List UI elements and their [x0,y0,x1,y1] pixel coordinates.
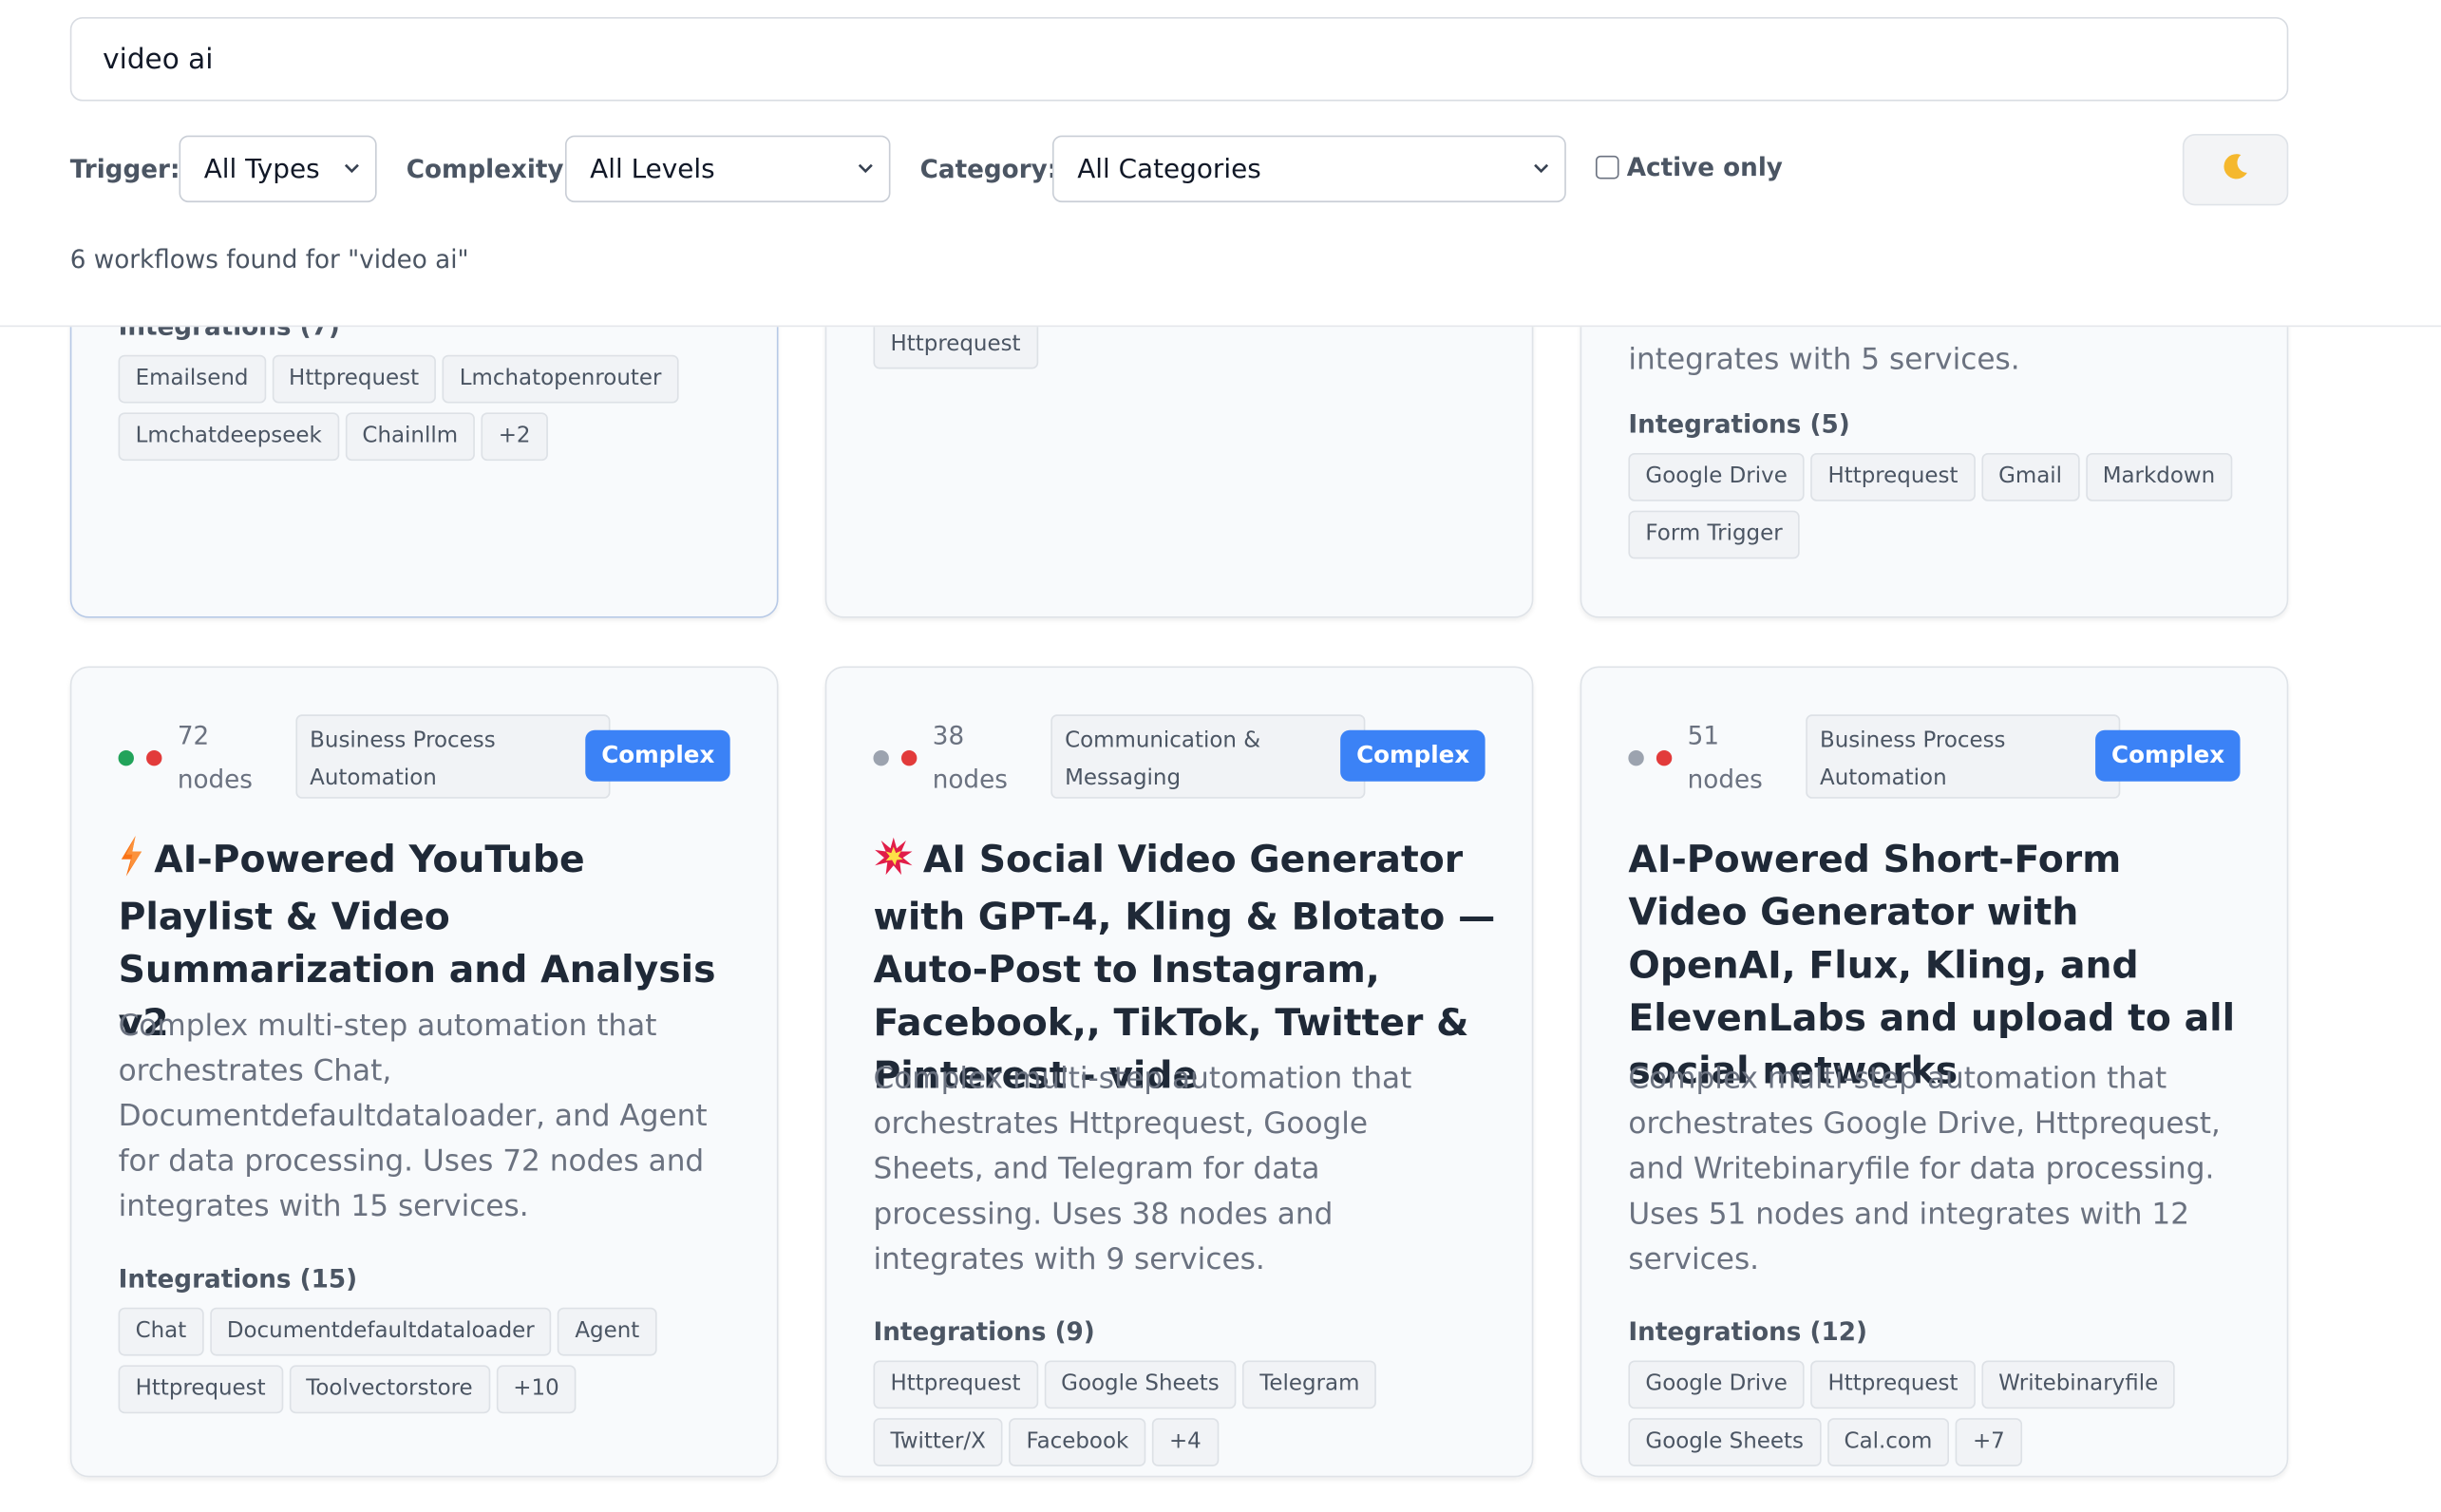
complexity-badge: Complex [1340,729,1485,782]
integration-tag: Httprequest [873,320,1038,369]
integration-tag: Telegram [1242,1360,1377,1409]
active-only-toggle[interactable]: Active only [1595,153,1783,182]
integrations-title: Integrations (12) [1628,1316,1867,1347]
integration-tag-more: +10 [496,1365,577,1414]
workflow-card[interactable]: 72 nodes Business Process Automation Comp… [69,666,779,1478]
chevron-down-icon [1534,163,1549,174]
integration-tag: Chat [118,1307,204,1356]
integration-tag-more: +2 [481,412,548,462]
node-count: 38 nodes [932,720,1008,794]
category-badge: Business Process Automation [1806,714,2121,799]
workflow-description: Complex multi-step automation that orche… [1628,1061,2221,1276]
integration-tag: Google Sheets [1628,1418,1821,1466]
integration-tag: Httprequest [272,354,437,404]
workflow-description: Complex multi-step automation that orche… [873,1061,1412,1276]
integration-tag: Gmail [1981,452,2080,501]
integration-tags: Chat Documentdefaultdataloader Agent Htt… [118,1307,730,1414]
integration-tag: Form Trigger [1628,510,1800,559]
card-meta: 51 nodes Business Process Automation Comp… [1628,714,2241,802]
status-dot [873,749,889,766]
integration-tag: Emailsend [118,354,266,404]
integration-tag: Lmchatopenrouter [442,354,679,404]
card-meta: 72 nodes Business Process Automation Comp… [118,714,730,802]
trigger-select[interactable]: All Types [179,135,377,203]
theme-toggle-button[interactable] [2182,133,2289,206]
integration-tag: Google Sheets [1044,1360,1237,1409]
integrations-title: Integrations (9) [873,1316,1095,1347]
status-dot [900,749,918,766]
integration-tag-more: +4 [1151,1418,1219,1466]
integration-tags: Emailsend Httprequest Lmchatopenrouter L… [118,354,730,462]
explosion-icon [873,836,914,890]
status-dots [873,749,918,766]
integration-tag: Facebook [1009,1418,1146,1466]
integration-tags: Httprequest Google Sheets Telegram Twitt… [873,1360,1485,1466]
integration-tag: Google Drive [1628,1360,1805,1409]
integration-tag: Twitter/X [873,1418,1003,1466]
category-select[interactable]: All Categories [1051,135,1566,203]
node-count: 51 nodes [1687,720,1763,794]
integration-tag-more: +7 [1955,1418,2022,1466]
integration-tag: Httprequest [1810,452,1976,501]
integration-tag: Writebinaryfile [1981,1360,2176,1409]
results-count: 6 workflows found for "video ai" [69,244,469,274]
integration-tag: Httprequest [1810,1360,1976,1409]
workflow-description: integrates with 5 services. [1628,342,2020,377]
active-only-checkbox[interactable] [1595,155,1619,180]
workflow-card[interactable]: 38 nodes Communication & Messaging Comple… [824,666,1534,1478]
integration-tag: Markdown [2085,452,2233,501]
integration-tag: Toolvectorstore [289,1365,490,1414]
integration-tag: Httprequest [873,1360,1038,1409]
node-count: 72 nodes [177,720,253,794]
status-dot [1628,749,1644,766]
complexity-select[interactable]: All Levels [564,135,891,203]
status-dots [118,749,162,766]
search-header: video ai Trigger: All Types Complexity: … [0,0,2441,328]
filter-bar: Trigger: All Types Complexity: All Level… [69,133,2289,206]
search-input[interactable]: video ai [69,17,2289,102]
workflow-card[interactable]: 51 nodes Business Process Automation Comp… [1580,666,2289,1478]
integration-tag: Chainllm [345,412,476,462]
workflow-description: Complex multi-step automation that orche… [118,1009,708,1224]
status-dot [146,749,162,766]
integration-tags: Httprequest [873,320,1485,369]
chevron-down-icon [858,163,873,174]
category-label: Category: [919,154,1058,184]
complexity-badge: Complex [585,729,730,782]
complexity-label: Complexity: [406,154,574,184]
chevron-down-icon [344,163,359,174]
trigger-label: Trigger: [69,154,180,184]
status-dots [1628,749,1673,766]
complexity-badge: Complex [2095,729,2241,782]
integration-tag: Lmchatdeepseek [118,412,339,462]
integration-tags: Google Drive Httprequest Writebinaryfile… [1628,1360,2240,1466]
category-badge: Communication & Messaging [1050,714,1366,799]
integrations-title: Integrations (5) [1628,409,1850,440]
category-badge: Business Process Automation [295,714,611,799]
moon-icon [2220,151,2251,188]
integration-tags: Google Drive Httprequest Gmail Markdown … [1628,452,2240,559]
integration-tag: Httprequest [118,1365,283,1414]
integration-tag: Google Drive [1628,452,1805,501]
lightning-icon [119,836,145,890]
integration-tag: Agent [558,1307,657,1356]
integration-tag: Cal.com [1826,1418,1950,1466]
integrations-title: Integrations (15) [118,1263,358,1295]
integration-tag: Documentdefaultdataloader [209,1307,552,1356]
status-dot [118,749,134,766]
card-meta: 38 nodes Communication & Messaging Comple… [873,714,1485,802]
status-dot [1656,749,1673,766]
